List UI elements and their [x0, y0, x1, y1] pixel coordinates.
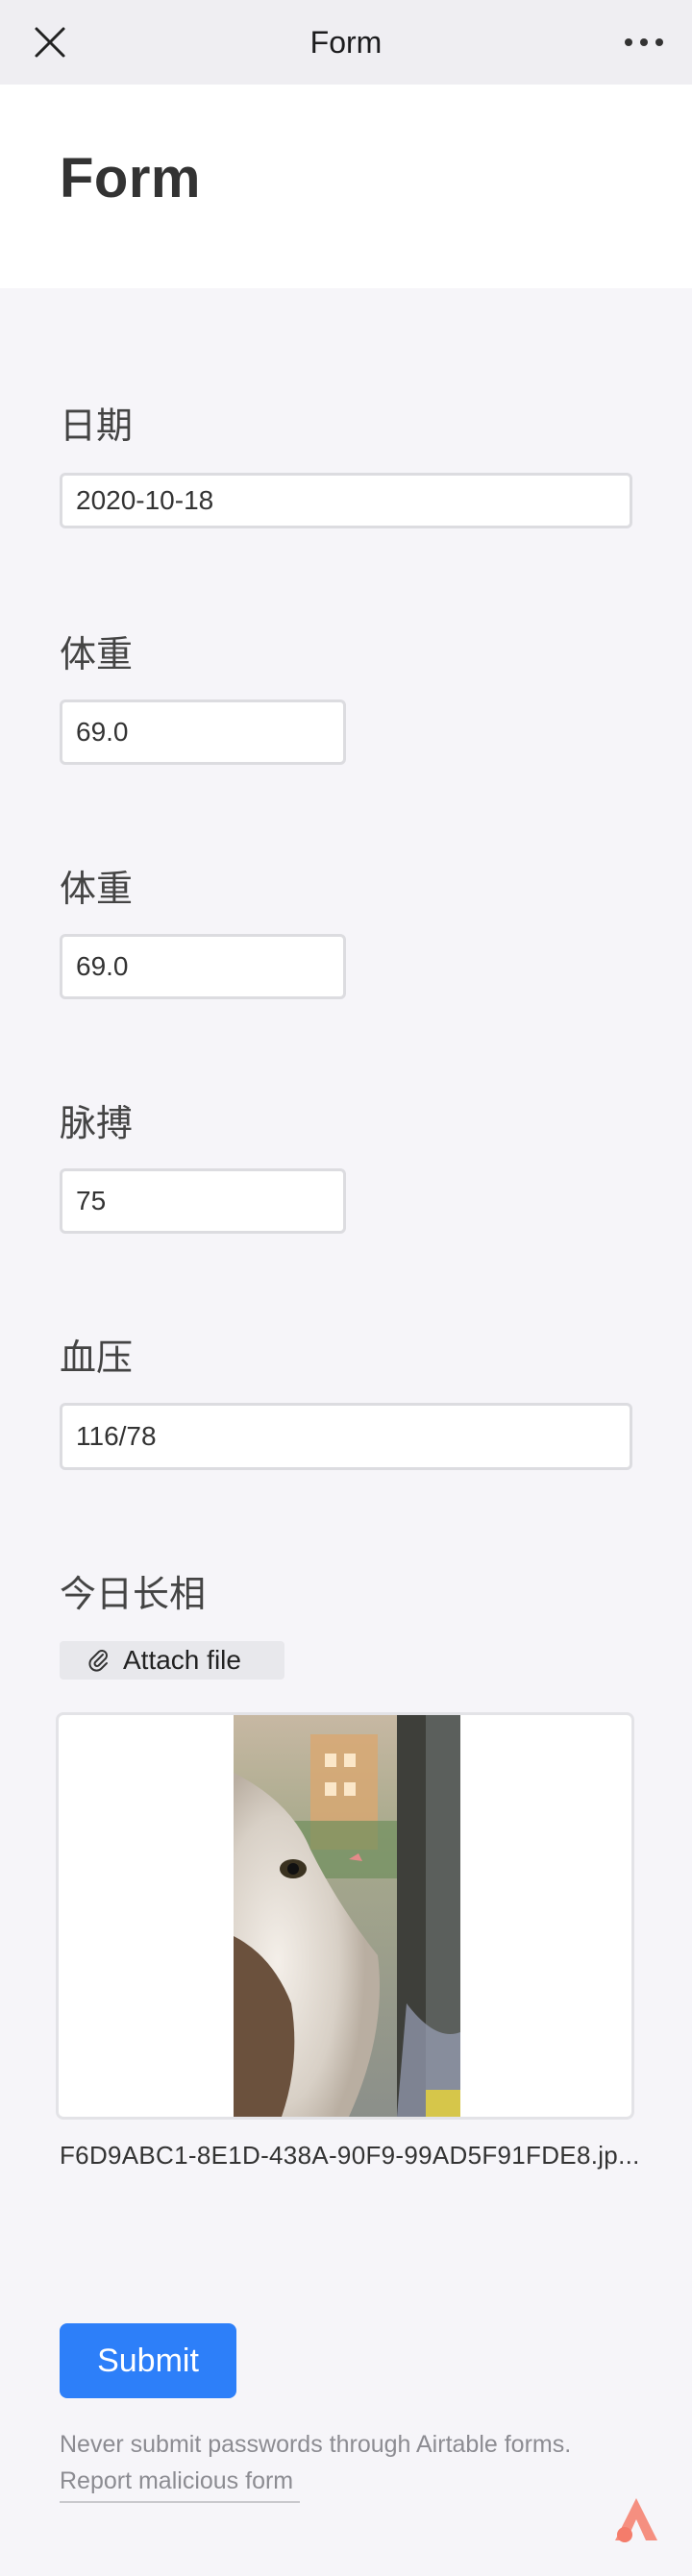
form-title: Form: [60, 147, 201, 209]
attachment-filename: F6D9ABC1-8E1D-438A-90F9-99AD5F91FDE8.jp.…: [60, 2141, 640, 2170]
date-field[interactable]: 2020-10-18: [60, 473, 632, 528]
more-options-icon[interactable]: [621, 21, 667, 63]
pulse-field[interactable]: 75: [60, 1168, 346, 1234]
nav-title: Form: [309, 24, 383, 60]
weight-field[interactable]: 69.0: [60, 699, 346, 765]
blood-pressure-field[interactable]: 116/78: [60, 1403, 632, 1470]
top-bar: Form: [0, 0, 692, 85]
submit-button[interactable]: Submit: [60, 2323, 236, 2398]
form-header: Form: [0, 85, 692, 288]
blood-pressure-label: 血压: [60, 1337, 134, 1379]
weight-label-2: 体重: [60, 868, 134, 910]
weight-label: 体重: [60, 633, 134, 675]
date-label: 日期: [60, 405, 134, 447]
photo-label: 今日长相: [60, 1573, 207, 1615]
close-icon[interactable]: [29, 21, 71, 63]
password-warning: Never submit passwords through Airtable …: [60, 2431, 572, 2458]
report-malicious-link[interactable]: Report malicious form: [60, 2467, 300, 2503]
paperclip-icon: [88, 1650, 108, 1672]
pulse-label: 脉搏: [60, 1102, 134, 1144]
weight-field-2[interactable]: 69.0: [60, 934, 346, 999]
attach-file-button[interactable]: Attach file: [60, 1641, 284, 1680]
attach-file-label: Attach file: [123, 1645, 241, 1675]
cat-photo: [234, 1715, 460, 2117]
attachment-preview[interactable]: [56, 1712, 634, 2120]
airtable-logo-icon: [615, 2498, 657, 2542]
